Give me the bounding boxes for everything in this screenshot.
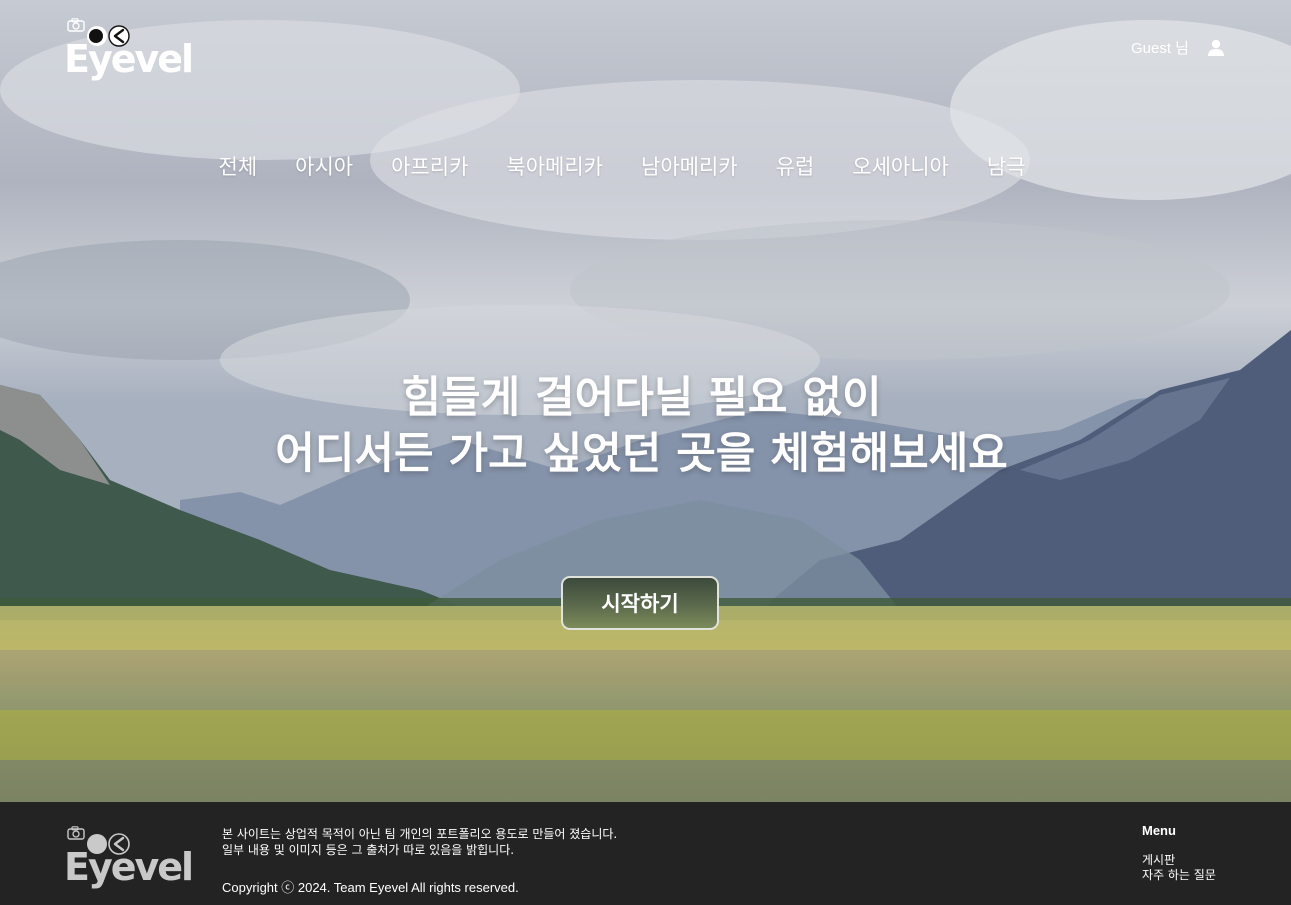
continent-nav: 전체 아시아 아프리카 북아메리카 남아메리카 유럽 오세아니아 남극: [0, 151, 1244, 181]
nav-item-south-america[interactable]: 남아메리카: [641, 151, 738, 181]
footer-notice: 본 사이트는 상업적 목적이 아닌 팀 개인의 포트폴리오 용도로 만들어 졌습…: [222, 826, 617, 858]
nav-item-oceania[interactable]: 오세아니아: [852, 151, 949, 181]
nav-item-antarctica[interactable]: 남극: [987, 151, 1026, 181]
hero-headline: 힘들게 걸어다닐 필요 없이 어디서든 가고 싶었던 곳을 체험해보세요: [0, 370, 1283, 482]
footer: Eyevel 본 사이트는 상업적 목적이 아닌 팀 개인의 포트폴리오 용도로…: [0, 802, 1291, 905]
camera-icon: [67, 826, 85, 840]
start-button[interactable]: 시작하기: [561, 576, 719, 630]
nav-item-africa[interactable]: 아프리카: [391, 151, 468, 181]
nav-item-asia[interactable]: 아시아: [295, 151, 353, 181]
footer-link-board[interactable]: 게시판: [1142, 853, 1216, 868]
footer-copyright: Copyright ⓒ 2024. Team Eyevel All rights…: [222, 880, 519, 895]
footer-menu: Menu 게시판 자주 하는 질문: [1142, 823, 1216, 883]
nav-item-all[interactable]: 전체: [219, 151, 258, 181]
footer-notice-line-1: 본 사이트는 상업적 목적이 아닌 팀 개인의 포트폴리오 용도로 만들어 졌습…: [222, 827, 618, 841]
logo-wordmark: Eyevel: [64, 37, 194, 81]
footer-link-faq[interactable]: 자주 하는 질문: [1142, 868, 1216, 883]
nav-item-north-america[interactable]: 북아메리카: [506, 151, 603, 181]
headline-line-1: 힘들게 걸어다닐 필요 없이: [401, 373, 882, 423]
footer-logo[interactable]: Eyevel: [64, 824, 194, 890]
logo[interactable]: Eyevel: [64, 16, 194, 82]
user-icon[interactable]: [1207, 39, 1225, 57]
nav-item-europe[interactable]: 유럽: [776, 151, 815, 181]
user-menu[interactable]: Guest 님: [1131, 37, 1225, 58]
hero-section: Eyevel Guest 님 전체 아시아 아프리카 북아메리카 남아메리카 유…: [0, 0, 1291, 802]
user-name: Guest 님: [1131, 40, 1189, 57]
footer-menu-title: Menu: [1142, 823, 1176, 838]
footer-notice-line-2: 일부 내용 및 이미지 등은 그 출처가 따로 있음을 밝힙니다.: [222, 843, 515, 857]
camera-icon: [67, 18, 85, 32]
footer-logo-wordmark: Eyevel: [64, 845, 194, 889]
headline-line-2: 어디서든 가고 싶었던 곳을 체험해보세요: [275, 429, 1008, 479]
